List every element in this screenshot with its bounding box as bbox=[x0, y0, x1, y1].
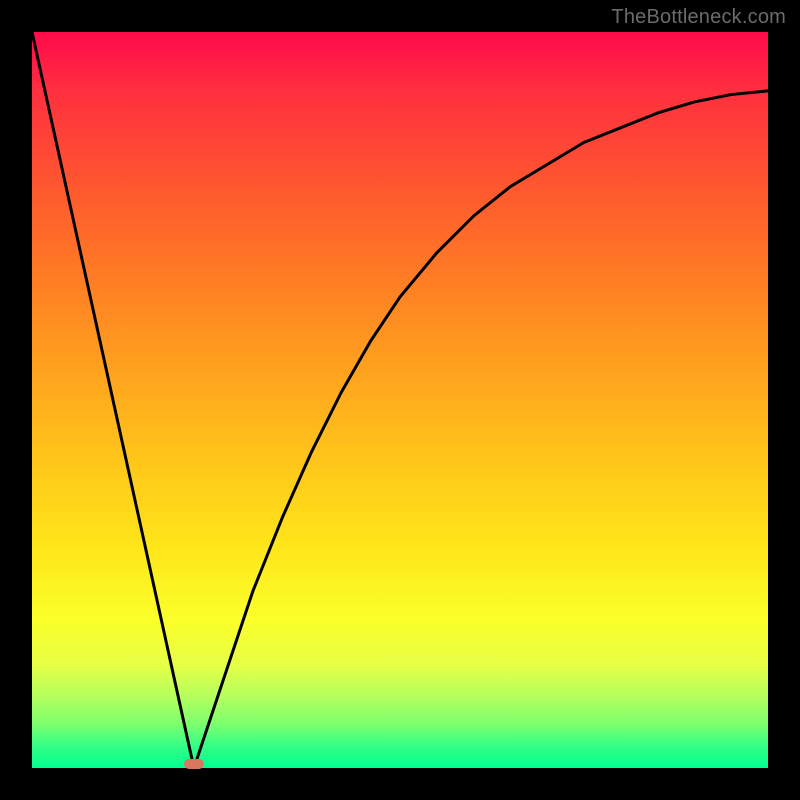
chart-frame: TheBottleneck.com bbox=[0, 0, 800, 800]
minimum-marker bbox=[184, 759, 204, 769]
plot-area bbox=[32, 32, 768, 768]
watermark-text: TheBottleneck.com bbox=[611, 6, 786, 29]
bottleneck-curve bbox=[32, 32, 768, 768]
